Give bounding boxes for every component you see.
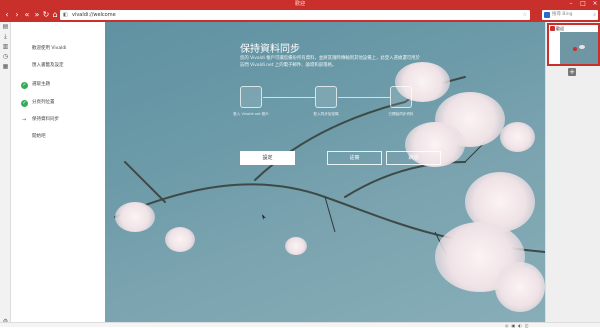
sync-step-label: 已開始同步資料	[388, 112, 414, 116]
notes-icon[interactable]: ▥	[0, 42, 11, 52]
bookmark-star-icon[interactable]: ☆	[523, 10, 527, 20]
url-text: vivaldi://welcome	[72, 12, 116, 18]
blossom	[165, 227, 195, 252]
check-icon: ✓	[21, 82, 28, 89]
tab-preview-dot	[573, 47, 577, 51]
tab-preview-sidebar	[549, 32, 560, 64]
bookmarks-icon[interactable]: ▤	[0, 22, 11, 32]
page-info-icon[interactable]: ◧	[63, 10, 68, 20]
welcome-steps: 歡迎使用 Vivaldi 匯入書籤及設定 ✓ 選取主題 ✓ 分頁列位置 → 保持…	[12, 22, 105, 322]
tab-thumbnail[interactable]: 歡迎	[547, 23, 600, 66]
step-theme[interactable]: ✓ 選取主題	[12, 79, 105, 91]
blossom	[285, 237, 307, 255]
tab-header: 歡迎	[549, 25, 598, 32]
step-get-started[interactable]: 開始吧	[12, 131, 105, 143]
sync-step-tile	[390, 86, 412, 108]
minimize-icon[interactable]: –	[568, 1, 574, 7]
tab-preview-blossom	[579, 45, 585, 49]
search-field[interactable]: 搜尋 Bing ⌕	[542, 10, 598, 20]
step-label: 匯入書籤及設定	[32, 63, 64, 68]
sync-step-tile	[240, 86, 262, 108]
step-welcome[interactable]: 歡迎使用 Vivaldi	[12, 43, 105, 55]
step-label: 歡迎使用 Vivaldi	[32, 46, 67, 51]
step-label: 選取主題	[32, 82, 50, 87]
vivaldi-icon	[550, 26, 555, 31]
blossom	[495, 262, 545, 312]
register-button[interactable]: 註冊	[327, 151, 382, 165]
step-label: 開始吧	[32, 134, 46, 139]
step-label: 保持資料同步	[32, 117, 59, 122]
history-icon[interactable]: ◷	[0, 52, 11, 62]
arrow-right-icon: →	[22, 117, 27, 123]
close-icon[interactable]: ×	[592, 1, 598, 7]
back-button[interactable]: ‹	[2, 9, 12, 21]
title-bar: 歡迎 – □ ×	[0, 0, 600, 8]
page-description: 您的 Vivaldi 帳戶可讓您備份所有資料，並將其隨時傳輸到其他設備上，此登入…	[240, 56, 420, 68]
blossom	[500, 122, 535, 152]
setup-button[interactable]: 設定	[240, 151, 295, 165]
step-tab-position[interactable]: ✓ 分頁列位置	[12, 97, 105, 109]
rewind-button[interactable]: «	[22, 9, 32, 21]
add-tab-button[interactable]: +	[568, 68, 576, 76]
home-button[interactable]: ⌂	[50, 9, 60, 21]
window-title: 歡迎	[294, 1, 305, 7]
welcome-main: 保持資料同步 您的 Vivaldi 帳戶可讓您備份所有資料，並將其隨時傳輸到其他…	[105, 22, 545, 322]
sync-step-label: 登入同步加密碼	[313, 112, 339, 116]
sync-step-label: 登入 Vivaldi.net 帳戶	[233, 112, 269, 116]
blossom	[115, 202, 155, 232]
page-title: 保持資料同步	[240, 44, 300, 55]
address-bar: ‹ › « » ↻ ⌂ ◧ vivaldi://welcome ☆ 搜尋 Bin…	[0, 8, 600, 22]
image-icon[interactable]: ▣	[512, 323, 516, 328]
step-sync[interactable]: → 保持資料同步	[12, 114, 105, 126]
maximize-icon[interactable]: □	[580, 1, 586, 7]
url-field[interactable]: ◧ vivaldi://welcome ☆	[60, 10, 530, 20]
sync-icon[interactable]: ◎	[505, 323, 509, 328]
window-icon[interactable]: ▦	[0, 62, 11, 72]
status-bar: ◎ ▣ ◐ ◫	[0, 322, 600, 328]
zoom-icon[interactable]: ◫	[525, 323, 529, 328]
step-label: 分頁列位置	[32, 100, 55, 105]
tab-panel: 歡迎 +	[545, 22, 600, 322]
tab-title: 歡迎	[556, 26, 564, 31]
search-engine-icon[interactable]	[544, 12, 550, 18]
connector-line	[263, 97, 315, 98]
downloads-icon[interactable]: ⤓	[0, 32, 11, 42]
connector-line	[338, 97, 390, 98]
sync-step-tile	[315, 86, 337, 108]
panel-strip: ▤ ⤓ ▥ ◷ ▦ ⚙	[0, 22, 11, 327]
skip-button[interactable]: 跳過	[386, 151, 441, 165]
search-placeholder: 搜尋 Bing	[552, 12, 573, 17]
forward-button[interactable]: ›	[12, 9, 22, 21]
step-import[interactable]: 匯入書籤及設定	[12, 60, 105, 72]
sync-steps-diagram: 登入 Vivaldi.net 帳戶 登入同步加密碼 已開始同步資料	[233, 86, 415, 126]
search-icon[interactable]: ⌕	[593, 10, 596, 20]
page-actions-icon[interactable]: ◐	[518, 323, 522, 328]
check-icon: ✓	[21, 100, 28, 107]
